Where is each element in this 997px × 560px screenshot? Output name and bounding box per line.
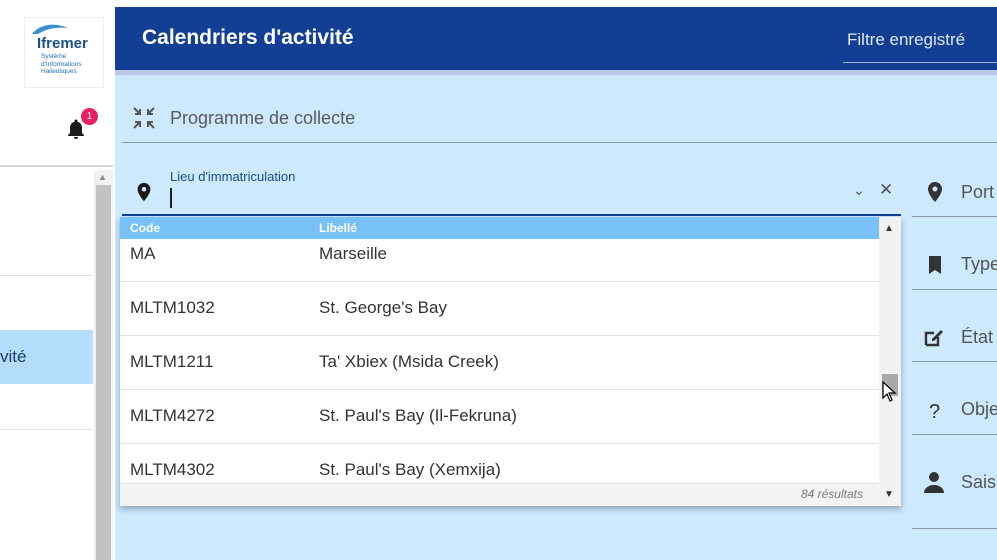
clear-icon[interactable]: ✕ — [879, 180, 893, 200]
question-icon: ? — [929, 401, 940, 422]
dropdown-footer — [120, 483, 879, 506]
result-count: 84 résultats — [800, 487, 863, 501]
port-field[interactable]: Port — [961, 182, 994, 203]
sidebar-scrollbar-thumb[interactable] — [96, 185, 111, 560]
bookmark-icon — [929, 256, 941, 274]
option-code: MLTM1211 — [130, 352, 214, 371]
option-code: MA — [130, 244, 156, 263]
saved-filter-underline — [843, 62, 997, 63]
logo-fish-icon — [32, 24, 68, 34]
edit-icon — [924, 330, 943, 347]
logo-title: Ifremer — [37, 35, 88, 52]
option-code: MLTM1032 — [130, 298, 215, 317]
lieu-dropdown-panel: Code Libellé MA Marseille MLTM1032 St. G… — [120, 217, 901, 506]
chevron-down-icon[interactable]: ⌄ — [853, 182, 865, 199]
svg-text:?: ? — [929, 401, 940, 422]
objectif-field[interactable]: Obje — [961, 399, 997, 420]
dropdown-option[interactable]: MLTM1032 St. George's Bay — [120, 281, 879, 336]
collapse-icon — [133, 107, 155, 129]
sidebar-divider — [0, 165, 113, 167]
sidebar-separator — [0, 429, 93, 430]
notification-badge: 1 — [81, 108, 98, 125]
lieu-immatriculation-label: Lieu d'immatriculation — [170, 169, 296, 184]
type-underline — [912, 289, 997, 290]
dropdown-scrollbar[interactable] — [879, 217, 901, 506]
objectif-underline — [912, 434, 997, 435]
option-libelle: Ta' Xbiex (Msida Creek) — [319, 352, 499, 371]
location-pin-icon — [928, 182, 942, 202]
lieu-immatriculation-input[interactable] — [170, 188, 172, 208]
dropdown-option[interactable]: MLTM4272 St. Paul's Bay (Il-Fekruna) — [120, 389, 879, 444]
option-libelle: St. George's Bay — [319, 298, 447, 317]
dropdown-option[interactable]: MA Marseille — [120, 227, 879, 282]
scroll-up-arrow-icon[interactable]: ▲ — [98, 172, 107, 182]
sidebar-item-label: vité — [0, 347, 27, 366]
option-libelle: St. Paul's Bay (Xemxija) — [319, 460, 501, 479]
programme-field[interactable]: Programme de collecte — [170, 108, 355, 129]
saisisseur-underline — [912, 528, 997, 529]
logo-subtitle: Système d'Informations Halieutiques — [41, 53, 82, 75]
lieu-underline — [122, 214, 901, 216]
option-code: MLTM4272 — [130, 406, 215, 425]
scroll-down-arrow-icon[interactable]: ▼ — [884, 489, 894, 500]
saved-filter-select[interactable]: Filtre enregistré — [847, 30, 965, 50]
programme-underline — [122, 142, 997, 143]
option-code: MLTM4302 — [130, 460, 215, 479]
port-underline — [912, 216, 997, 217]
dropdown-option[interactable]: MLTM1211 Ta' Xbiex (Msida Creek) — [120, 335, 879, 390]
scroll-up-arrow-icon[interactable]: ▲ — [884, 223, 894, 234]
type-field[interactable]: Type — [961, 254, 997, 275]
page-title: Calendriers d'activité — [142, 26, 354, 49]
option-libelle: Marseille — [319, 244, 388, 263]
person-icon — [924, 472, 944, 493]
saisisseur-field[interactable]: Saisi — [961, 472, 997, 493]
mouse-cursor-icon — [882, 381, 897, 402]
sidebar-separator — [0, 275, 93, 276]
option-libelle: St. Paul's Bay (Il-Fekruna) — [319, 406, 517, 425]
location-pin-icon — [137, 182, 151, 202]
etat-field[interactable]: État — [961, 327, 993, 348]
etat-underline — [912, 361, 997, 362]
